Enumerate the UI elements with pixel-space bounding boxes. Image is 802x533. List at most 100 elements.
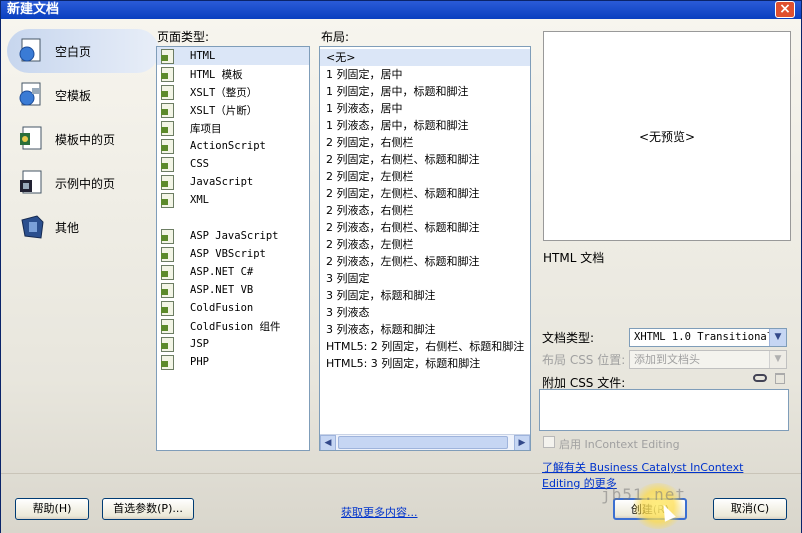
layout-item[interactable]: 2 列液态，左侧栏、标题和脚注 — [320, 253, 530, 270]
page-type-group: ASP JavaScript ASP VBScript ASP.NET C# ASP.… — [157, 227, 309, 371]
category-label: 空模板 — [55, 88, 92, 103]
file-type-icon — [161, 102, 174, 118]
scroll-left-icon[interactable]: ◀ — [320, 435, 336, 450]
page-from-sample-icon — [17, 168, 47, 198]
cancel-button[interactable]: 取消(C) — [713, 498, 787, 520]
file-type-icon — [161, 264, 174, 280]
layout-item[interactable]: HTML5: 2 列固定，右侧栏、标题和脚注 — [320, 338, 530, 355]
incontext-checkbox[interactable] — [543, 436, 555, 448]
page-type-label: ASP JavaScript — [190, 230, 279, 242]
page-type-item[interactable]: XSLT（片断） — [157, 101, 309, 119]
new-document-dialog: 新建文档 × 空白页 空模板 模板中的页 示例中的页 其他 页面类型: HTML… — [0, 0, 802, 533]
attached-css-list[interactable] — [539, 389, 789, 431]
page-type-item[interactable]: CSS — [157, 155, 309, 173]
page-type-item[interactable]: ColdFusion 组件 — [157, 317, 309, 335]
layout-item[interactable]: 1 列液态，居中，标题和脚注 — [320, 117, 530, 134]
chevron-down-icon[interactable]: ▼ — [769, 329, 786, 346]
category-page-from-template[interactable]: 模板中的页 — [7, 117, 157, 161]
layout-item[interactable]: 3 列固定 — [320, 270, 530, 287]
file-type-icon — [161, 84, 174, 100]
layout-item[interactable]: 2 列液态，右侧栏 — [320, 202, 530, 219]
layout-item[interactable]: 2 列固定，右侧栏 — [320, 134, 530, 151]
chevron-down-icon: ▼ — [769, 351, 786, 368]
page-type-item[interactable]: ASP.NET C# — [157, 263, 309, 281]
layout-horizontal-scrollbar[interactable]: ◀ ▶ — [320, 434, 530, 450]
get-more-content-link[interactable]: 获取更多内容... — [341, 504, 418, 520]
doctype-select[interactable]: XHTML 1.0 Transitional ▼ — [629, 328, 787, 347]
preferences-button[interactable]: 首选参数(P)... — [102, 498, 194, 520]
file-type-icon — [161, 174, 174, 190]
page-type-item[interactable]: JavaScript — [157, 173, 309, 191]
page-type-header: 页面类型: — [157, 30, 210, 44]
page-type-item[interactable]: ActionScript — [157, 137, 309, 155]
page-type-item[interactable]: ASP.NET VB — [157, 281, 309, 299]
category-label: 示例中的页 — [55, 176, 116, 191]
page-type-item[interactable]: ASP VBScript — [157, 245, 309, 263]
scroll-thumb[interactable] — [338, 436, 508, 449]
category-label: 其他 — [55, 220, 80, 235]
window-title: 新建文档 — [7, 2, 60, 17]
blank-page-icon — [17, 36, 47, 66]
blank-template-icon — [17, 80, 47, 110]
page-type-group: HTML HTML 模板 XSLT（整页） XSLT（片断） 库项目 ActionScri… — [157, 47, 309, 209]
category-other[interactable]: 其他 — [7, 205, 157, 249]
page-type-item[interactable]: JSP — [157, 335, 309, 353]
category-page-from-sample[interactable]: 示例中的页 — [7, 161, 157, 205]
title-bar: 新建文档 — [1, 1, 801, 19]
page-type-item[interactable]: XSLT（整页） — [157, 83, 309, 101]
file-type-icon — [161, 138, 174, 154]
layout-item[interactable]: 2 列固定，左侧栏、标题和脚注 — [320, 185, 530, 202]
category-blank-page[interactable]: 空白页 — [7, 29, 159, 73]
file-type-icon — [161, 282, 174, 298]
page-type-item[interactable]: ASP JavaScript — [157, 227, 309, 245]
document-type-description: HTML 文档 — [543, 251, 605, 265]
layout-item[interactable]: 1 列固定，居中，标题和脚注 — [320, 83, 530, 100]
help-button[interactable]: 帮助(H) — [15, 498, 89, 520]
layout-item[interactable]: 1 列液态，居中 — [320, 100, 530, 117]
category-blank-template[interactable]: 空模板 — [7, 73, 157, 117]
layout-css-value: 添加到文档头 — [634, 353, 700, 366]
trash-icon[interactable] — [775, 373, 785, 384]
page-from-template-icon — [17, 124, 47, 154]
file-type-icon — [161, 318, 174, 334]
page-type-label: ColdFusion — [190, 302, 254, 314]
layout-item[interactable]: 3 列液态 — [320, 304, 530, 321]
layout-item[interactable]: 3 列固定，标题和脚注 — [320, 287, 530, 304]
page-type-label: JavaScript — [190, 176, 254, 188]
file-type-icon — [161, 354, 174, 370]
page-type-label: JSP — [190, 338, 209, 350]
layout-header: 布局: — [321, 30, 350, 44]
link-css-icon[interactable] — [753, 374, 767, 382]
footer-divider — [1, 473, 801, 474]
layout-item[interactable]: 2 列固定，左侧栏 — [320, 168, 530, 185]
layout-item[interactable]: HTML5: 3 列固定，标题和脚注 — [320, 355, 530, 372]
category-label: 空白页 — [55, 44, 92, 59]
layout-css-select: 添加到文档头 ▼ — [629, 350, 787, 369]
page-type-label: HTML — [190, 49, 216, 62]
layout-rows: <无> 1 列固定，居中 1 列固定，居中，标题和脚注 1 列液态，居中 1 列液态，居… — [320, 47, 530, 372]
other-icon — [17, 212, 47, 242]
layout-item[interactable]: 2 列液态，左侧栏 — [320, 236, 530, 253]
page-type-item[interactable]: HTML — [157, 47, 309, 65]
close-button[interactable]: × — [775, 1, 795, 18]
layout-css-label: 布局 CSS 位置: — [542, 353, 626, 367]
layout-item[interactable]: 2 列固定，右侧栏、标题和脚注 — [320, 151, 530, 168]
page-type-label: PHP — [190, 356, 209, 368]
page-type-item[interactable]: ColdFusion — [157, 299, 309, 317]
page-type-item[interactable]: HTML 模板 — [157, 65, 309, 83]
layout-item[interactable]: 1 列固定，居中 — [320, 66, 530, 83]
page-type-label: ASP.NET C# — [190, 266, 254, 278]
page-type-label: ASP.NET VB — [190, 284, 254, 296]
page-type-item[interactable]: XML — [157, 191, 309, 209]
scroll-right-icon[interactable]: ▶ — [514, 435, 530, 450]
page-type-item[interactable]: 库项目 — [157, 119, 309, 137]
file-type-icon — [161, 300, 174, 316]
category-list: 空白页 空模板 模板中的页 示例中的页 其他 — [7, 29, 159, 249]
page-type-item[interactable]: PHP — [157, 353, 309, 371]
layout-item[interactable]: <无> — [320, 49, 530, 66]
category-label: 模板中的页 — [55, 132, 116, 147]
layout-item[interactable]: 2 列液态，右侧栏、标题和脚注 — [320, 219, 530, 236]
preview-box: <无预览> — [543, 31, 791, 241]
watermark: jb51.net — [601, 485, 687, 504]
layout-item[interactable]: 3 列液态，标题和脚注 — [320, 321, 530, 338]
